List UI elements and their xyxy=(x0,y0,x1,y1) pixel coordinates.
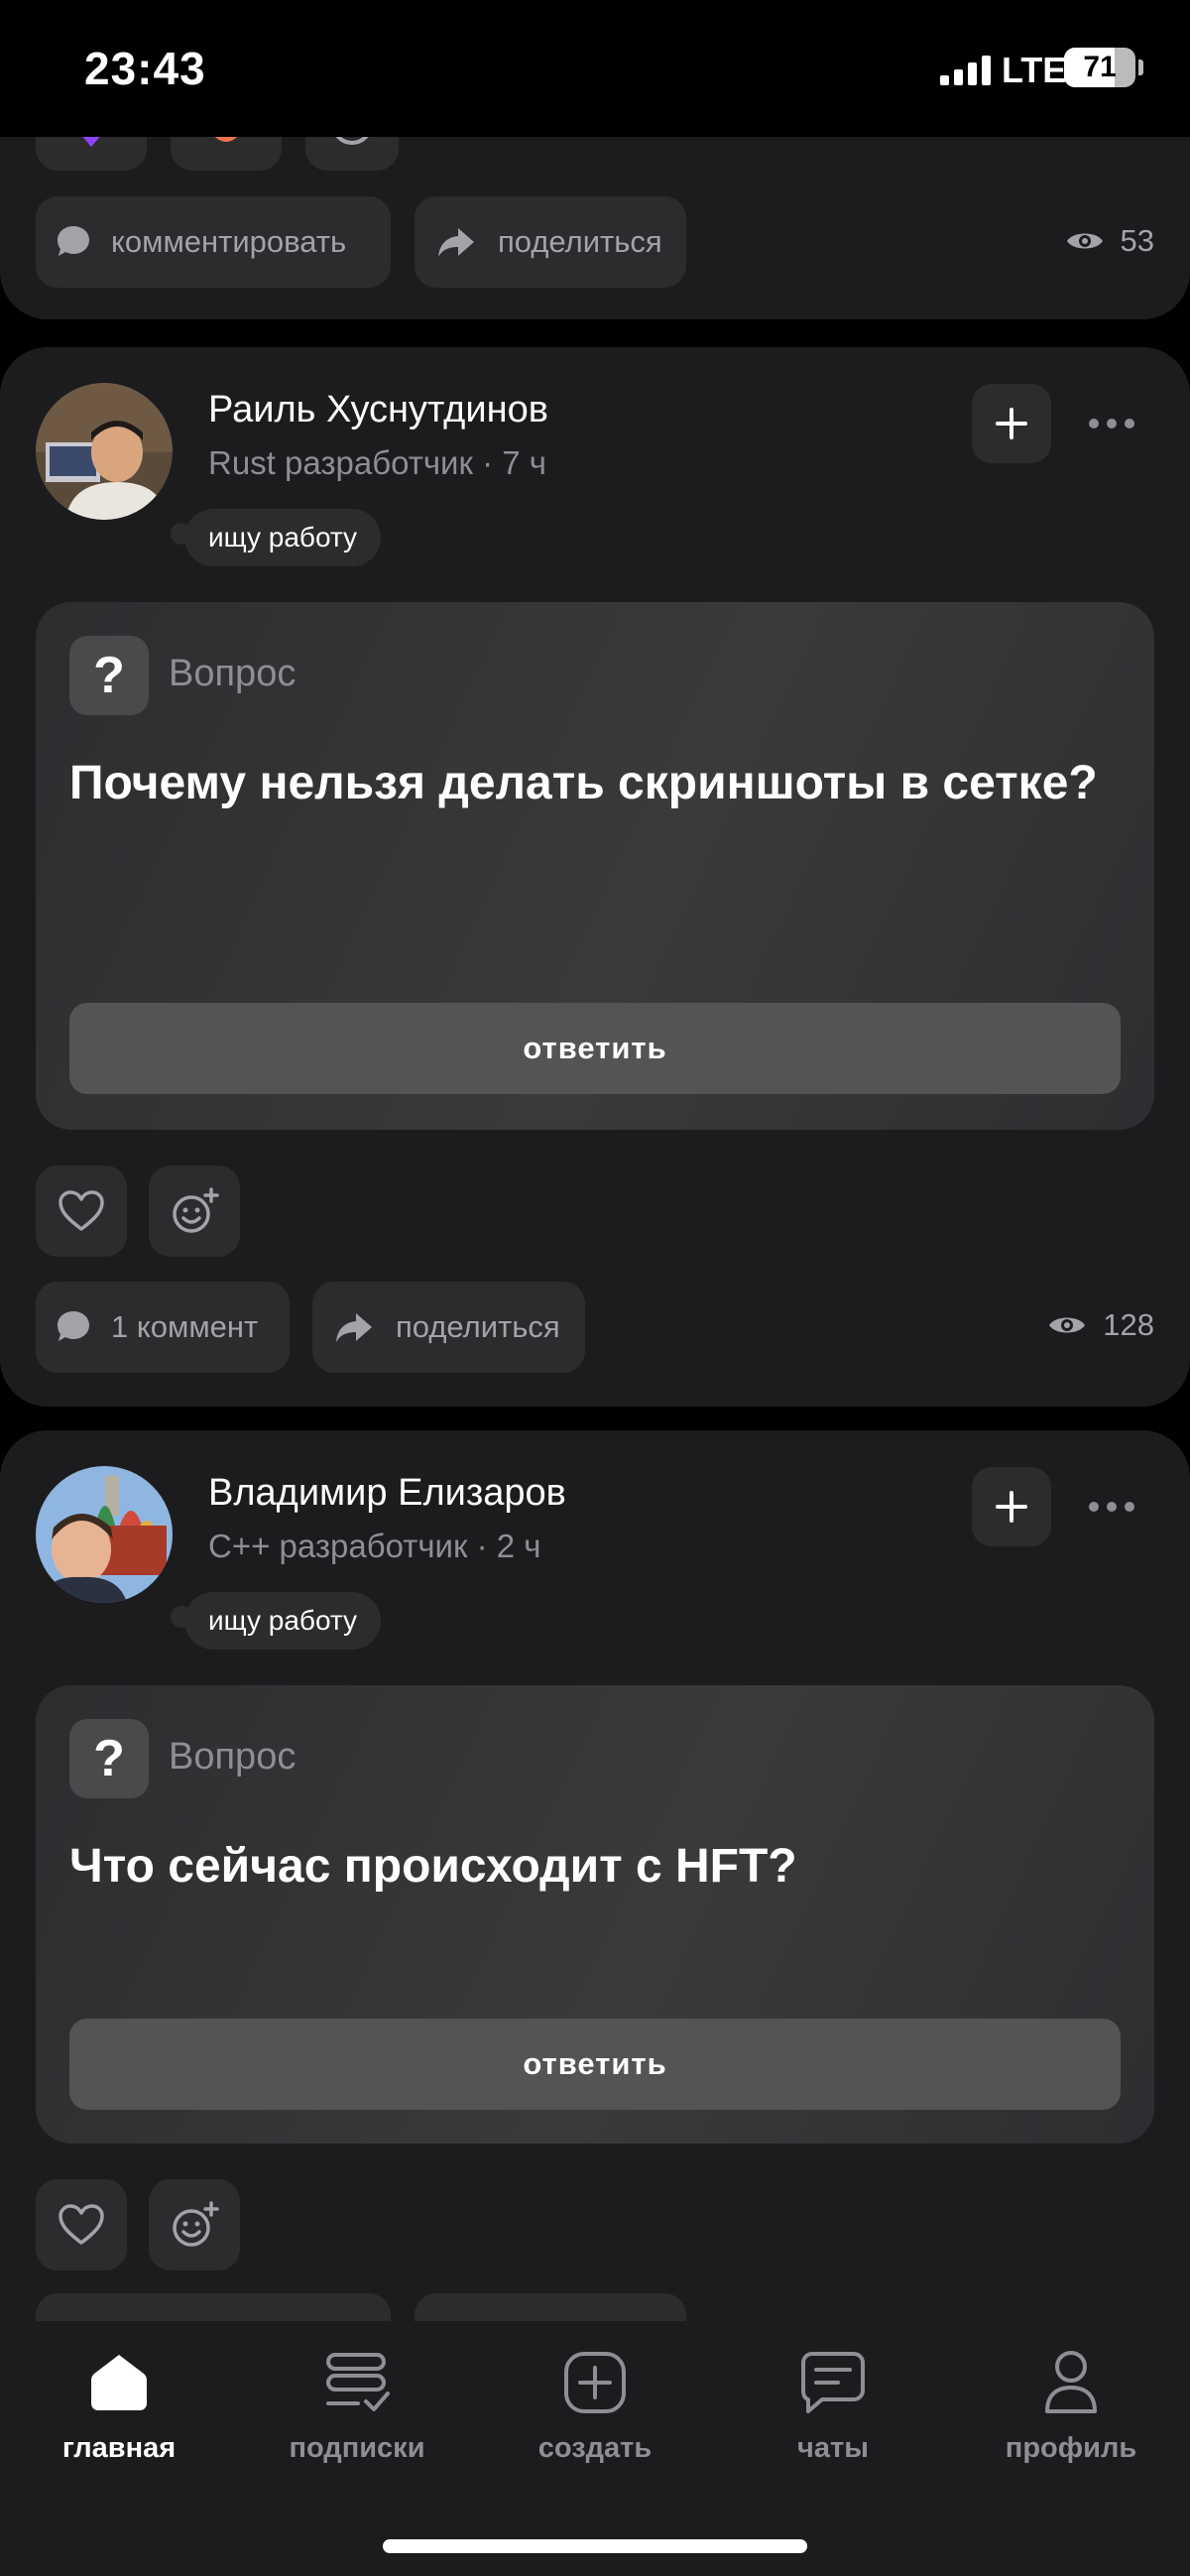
question-box: ? Вопрос Что сейчас происходит с HFT? от… xyxy=(36,1685,1154,2144)
dot xyxy=(1107,419,1117,429)
plus-icon xyxy=(996,1491,1027,1523)
author-subtitle: Rust разработчик · 7 ч xyxy=(208,444,546,481)
comment-button-label: комментировать xyxy=(111,224,347,259)
dot xyxy=(1125,419,1134,429)
tab-profile-label: профиль xyxy=(1005,2432,1137,2464)
emoji-add-icon xyxy=(173,2201,219,2247)
author-name[interactable]: Владимир Елизаров xyxy=(208,1472,566,1515)
like-button[interactable] xyxy=(36,1165,127,1257)
question-label: Вопрос xyxy=(169,653,297,694)
dot xyxy=(1089,1502,1099,1512)
heart-icon xyxy=(59,2204,104,2245)
share-arrow-icon xyxy=(336,1313,372,1342)
plus-square-icon xyxy=(564,2352,626,2413)
follow-button[interactable] xyxy=(972,1467,1051,1546)
status-tag-wrap: ищу работу xyxy=(170,1592,382,1650)
battery-level: 71 xyxy=(1083,51,1117,83)
tab-create-label: создать xyxy=(537,2432,653,2464)
eye-icon xyxy=(1066,233,1103,249)
status-tag-wrap: ищу работу xyxy=(170,509,382,566)
home-icon xyxy=(91,2355,147,2410)
post-card: Владимир Елизаров C++ разработчик · 2 ч … xyxy=(0,1430,1190,2321)
status-bar: 23:43 LTE 71 xyxy=(0,0,1190,137)
author-name[interactable]: Раиль Хуснутдинов xyxy=(208,389,548,431)
more-options-button[interactable] xyxy=(1089,1502,1134,1512)
tab-chats[interactable]: чаты xyxy=(714,2347,952,2465)
view-count-value: 128 xyxy=(1103,1307,1154,1342)
share-button-label: поделиться xyxy=(396,1309,560,1344)
like-button[interactable] xyxy=(36,2179,127,2270)
heart-icon xyxy=(59,1190,104,1231)
comment-icon xyxy=(58,226,89,256)
status-time: 23:43 xyxy=(84,43,206,94)
add-reaction-button[interactable] xyxy=(149,2179,240,2270)
question-box: ? Вопрос Почему нельзя делать скриншоты … xyxy=(36,602,1154,1130)
avatar-photo xyxy=(36,383,173,520)
answer-button[interactable]: ответить xyxy=(69,1003,1121,1094)
share-arrow-icon xyxy=(438,228,474,257)
question-label: Вопрос xyxy=(169,1736,297,1778)
battery-tip xyxy=(1138,60,1143,75)
home-indicator[interactable] xyxy=(383,2539,807,2553)
question-text[interactable]: Почему нельзя делать скриншоты в сетке? xyxy=(69,749,1121,818)
comment-button-label: 1 коммент xyxy=(111,1309,259,1344)
question-mark-icon: ? xyxy=(69,1719,149,1798)
battery-icon: 71 xyxy=(1064,48,1135,87)
tab-home-label: главная xyxy=(61,2432,177,2464)
comment-button[interactable]: 1 коммент xyxy=(36,1282,290,1373)
status-tag: ищу работу xyxy=(170,1592,382,1650)
avatar-photo xyxy=(36,1466,173,1603)
share-button[interactable]: поделиться xyxy=(415,196,686,288)
dot xyxy=(1089,419,1099,429)
avatar[interactable] xyxy=(36,1466,173,1603)
comment-button[interactable]: комментировать xyxy=(36,196,391,288)
view-count: 53 xyxy=(1065,223,1154,259)
more-options-button[interactable] xyxy=(1089,419,1134,429)
eye-icon xyxy=(1049,1317,1086,1333)
tab-subscriptions[interactable]: подписки xyxy=(238,2347,476,2465)
person-icon xyxy=(1045,2351,1097,2413)
tab-profile[interactable]: профиль xyxy=(952,2347,1190,2465)
chat-icon xyxy=(801,2352,865,2413)
answer-button[interactable]: ответить xyxy=(69,2019,1121,2110)
follow-button[interactable] xyxy=(972,384,1051,463)
subscriptions-icon xyxy=(326,2353,390,2411)
tab-subscriptions-label: подписки xyxy=(289,2432,425,2464)
question-text[interactable]: Что сейчас происходит с HFT? xyxy=(69,1832,1121,1901)
avatar[interactable] xyxy=(36,383,173,520)
emoji-add-icon xyxy=(173,1187,219,1233)
view-count-value: 53 xyxy=(1120,223,1154,258)
tab-bar: главная подписки создать чаты профиль xyxy=(0,2321,1190,2576)
share-button-label: поделиться xyxy=(498,224,662,259)
comment-icon xyxy=(58,1311,89,1341)
comment-button[interactable] xyxy=(36,2293,391,2321)
status-tag: ищу работу xyxy=(170,509,382,566)
question-mark-icon: ? xyxy=(69,636,149,715)
cellular-signal-icon xyxy=(940,56,991,85)
post-card: Раиль Хуснутдинов Rust разработчик · 7 ч… xyxy=(0,347,1190,1407)
plus-icon xyxy=(996,408,1027,439)
dot xyxy=(1125,1502,1134,1512)
add-reaction-button[interactable] xyxy=(149,1165,240,1257)
network-type: LTE xyxy=(1002,50,1067,90)
dot xyxy=(1107,1502,1117,1512)
share-button[interactable] xyxy=(415,2293,686,2321)
tab-home[interactable]: главная xyxy=(0,2347,238,2465)
view-count: 128 xyxy=(1047,1307,1154,1343)
tab-create[interactable]: создать xyxy=(476,2347,714,2465)
feed[interactable]: комментировать поделиться 53 Раиль Хусну… xyxy=(0,0,1190,2321)
tab-chats-label: чаты xyxy=(797,2432,869,2464)
author-subtitle: C++ разработчик · 2 ч xyxy=(208,1528,541,1564)
share-button[interactable]: поделиться xyxy=(312,1282,585,1373)
